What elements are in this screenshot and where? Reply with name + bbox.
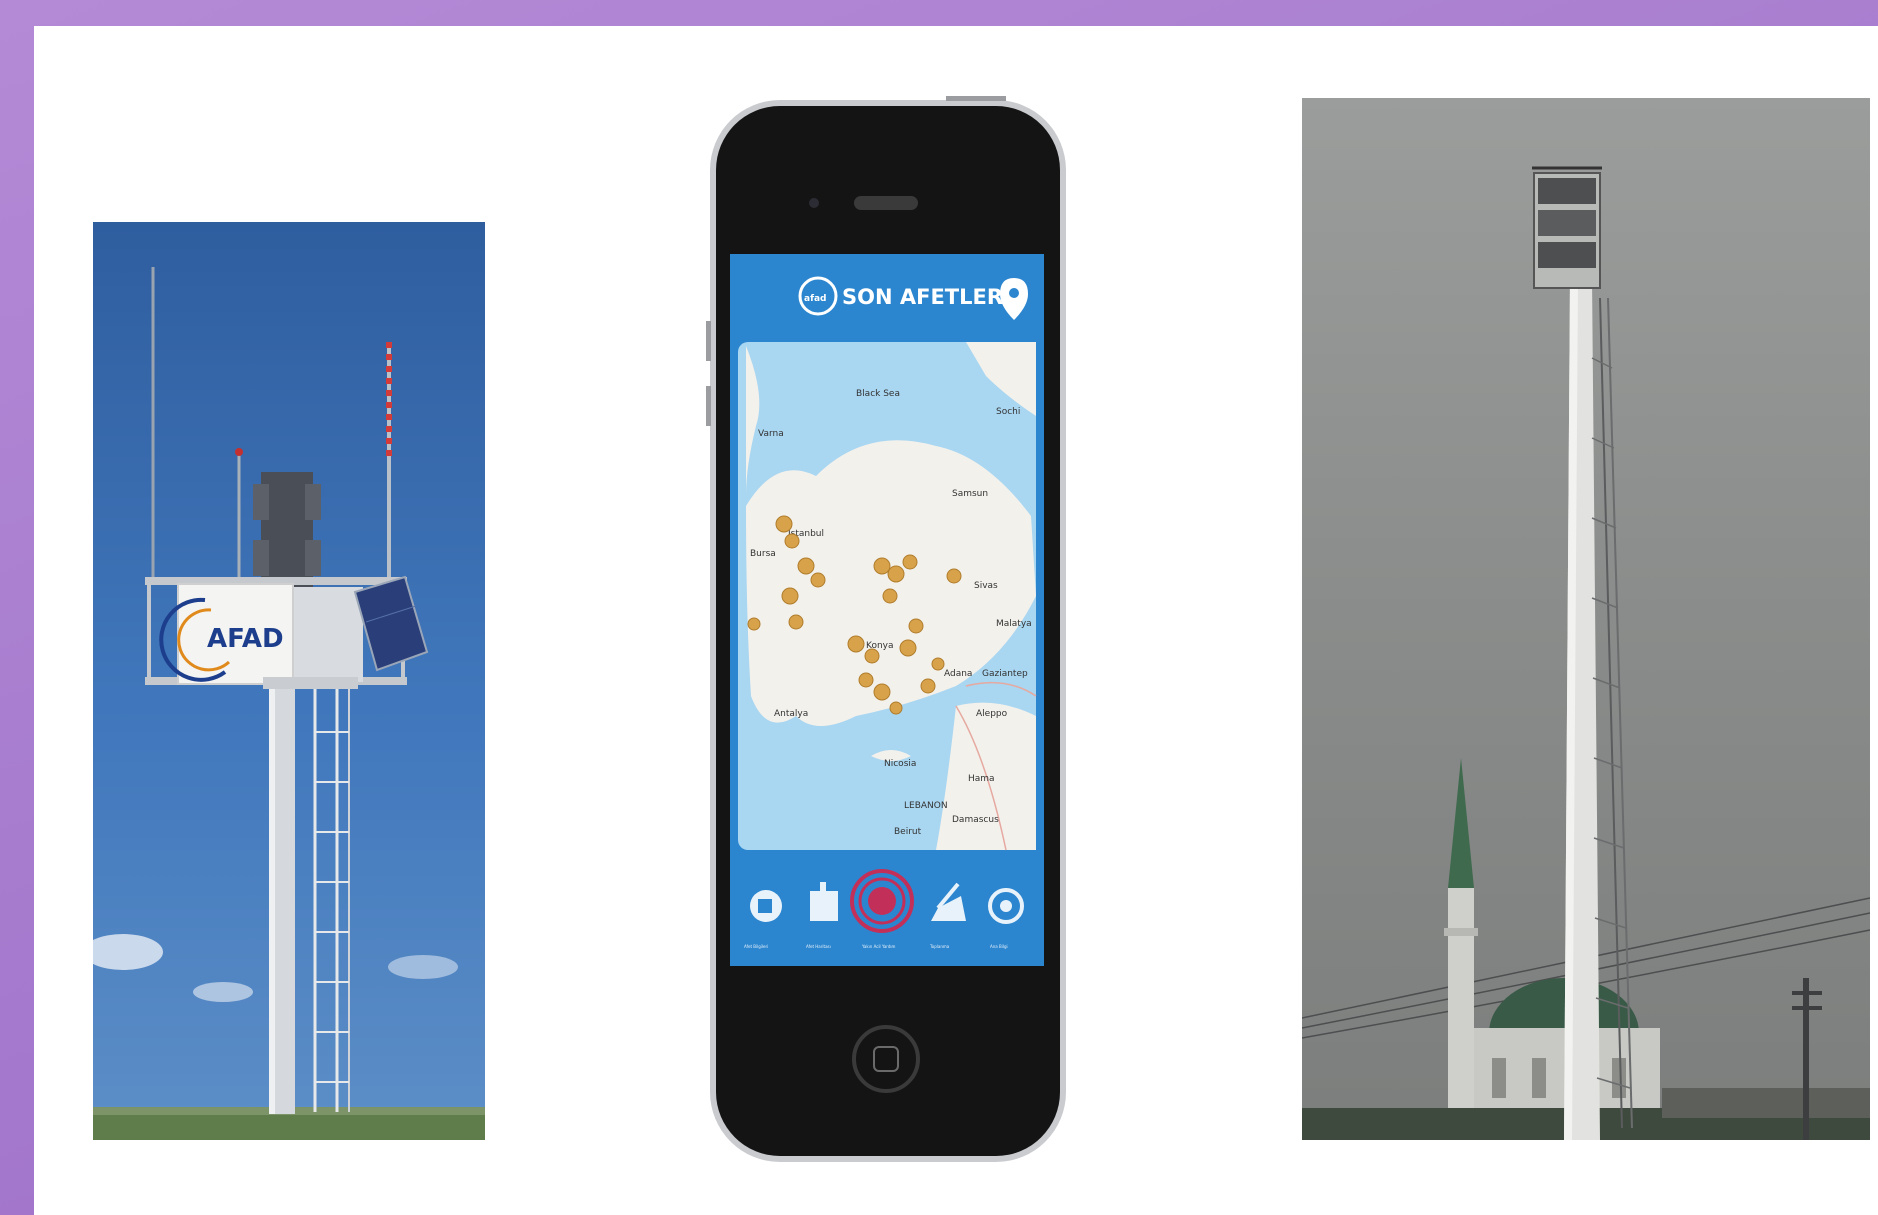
- nav-label: Afet Bilgileri: [744, 944, 768, 949]
- map-label: Samsun: [952, 489, 988, 499]
- map-label: Bursa: [750, 549, 776, 559]
- nav-label: Toplanma: [929, 944, 950, 949]
- map-label: Beirut: [894, 827, 922, 837]
- map-label: Aleppo: [976, 709, 1008, 719]
- nav-label: Yakın Acil Yardım: [861, 944, 896, 949]
- map-label: LEBANON: [904, 801, 948, 811]
- map-label: Sochi: [996, 407, 1020, 417]
- slide-canvas: AFAD afad SON AFETLER Black Sea Varna So…: [34, 26, 1878, 1215]
- siren-tower-photo: AFAD: [93, 222, 485, 1140]
- svg-text:afad: afad: [804, 294, 827, 304]
- tall-tower-photo: [1302, 98, 1870, 1140]
- map-label: Damascus: [952, 815, 999, 825]
- map-label: Gaziantep: [982, 669, 1028, 679]
- nav-label: Afet Haritası: [806, 944, 831, 949]
- map-label: Hama: [968, 774, 995, 784]
- map-label: Malatya: [996, 619, 1032, 629]
- nav-info-icon[interactable]: [750, 890, 782, 922]
- nav-label: Ana Bilgi: [990, 944, 1008, 949]
- map-label: Adana: [944, 669, 972, 679]
- app-title: SON AFETLER: [842, 285, 1003, 309]
- map-label: Varna: [758, 429, 784, 439]
- smartphone-photo: afad SON AFETLER Black Sea Varna Sochi S…: [706, 96, 1094, 1166]
- map-label: Nicosia: [884, 759, 916, 769]
- map-label: Antalya: [774, 709, 808, 719]
- map-label: Sivas: [974, 581, 998, 591]
- map-label: Black Sea: [856, 389, 900, 399]
- afad-logo-text: AFAD: [207, 624, 284, 654]
- nav-emergency-icon[interactable]: [850, 869, 914, 933]
